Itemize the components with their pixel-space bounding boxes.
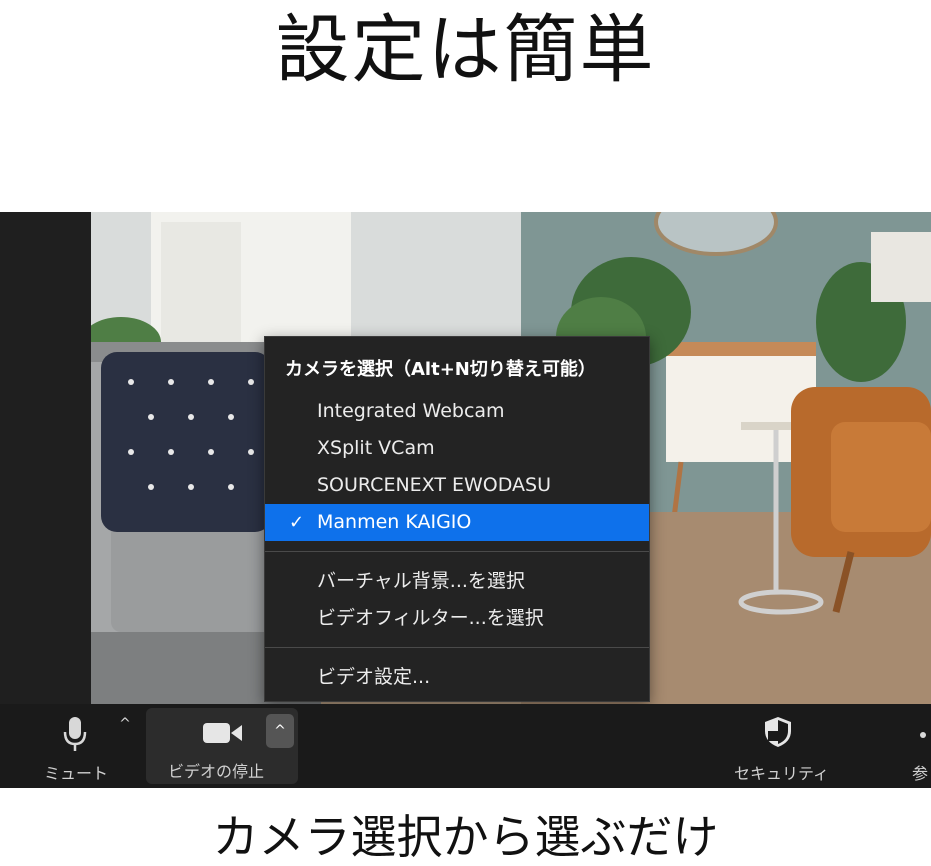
participants-label: 参 (912, 764, 929, 783)
video-camera-icon (203, 723, 242, 743)
page-caption: カメラ選択から選ぶだけ (212, 810, 719, 864)
camera-option-integrated-webcam[interactable]: Integrated Webcam (265, 393, 649, 430)
participants-button[interactable]: 参 (906, 710, 931, 784)
participants-icon (920, 732, 926, 738)
camera-option-xsplit-vcam[interactable]: XSplit VCam (265, 430, 649, 467)
video-options-caret[interactable]: ^ (266, 714, 294, 748)
camera-select-menu: カメラを選択（Alt+N切り替え可能） Integrated Webcam XS… (264, 336, 650, 702)
menu-title: カメラを選択（Alt+N切り替え可能） (285, 359, 596, 380)
security-label: セキュリティ (734, 764, 830, 783)
menu-divider (265, 551, 649, 552)
menu-action-label: バーチャル背景...を選択 (317, 570, 525, 592)
camera-option-label: Manmen KAIGIO (317, 511, 472, 533)
microphone-icon (63, 717, 87, 751)
camera-option-sourcenext-ewodasu[interactable]: SOURCENEXT EWODASU (265, 467, 649, 504)
meeting-toolbar: ミュート ^ ビデオの停止 ^ セキュリティ 参 (0, 704, 931, 788)
menu-action-label: ビデオフィルター...を選択 (317, 607, 544, 629)
mute-button[interactable]: ミュート (40, 710, 110, 784)
shield-icon (765, 717, 791, 747)
choose-virtual-background[interactable]: バーチャル背景...を選択 (265, 563, 649, 600)
check-icon: ✓ (289, 512, 305, 533)
audio-options-caret[interactable]: ^ (116, 716, 134, 736)
camera-option-manmen-kaigio[interactable]: ✓ Manmen KAIGIO (265, 504, 649, 541)
menu-action-label: ビデオ設定... (317, 666, 431, 688)
camera-option-label: Integrated Webcam (317, 400, 505, 422)
security-button[interactable]: セキュリティ (728, 710, 830, 784)
page-heading: 設定は簡単 (275, 7, 656, 93)
video-settings[interactable]: ビデオ設定... (265, 659, 649, 696)
camera-option-label: SOURCENEXT EWODASU (317, 474, 552, 496)
meeting-window: カメラを選択（Alt+N切り替え可能） Integrated Webcam XS… (0, 212, 931, 788)
stop-video-label: ビデオの停止 (168, 762, 265, 781)
mute-label: ミュート (44, 764, 109, 783)
menu-divider (265, 647, 649, 648)
choose-video-filter[interactable]: ビデオフィルター...を選択 (265, 600, 649, 637)
camera-option-label: XSplit VCam (317, 437, 435, 459)
